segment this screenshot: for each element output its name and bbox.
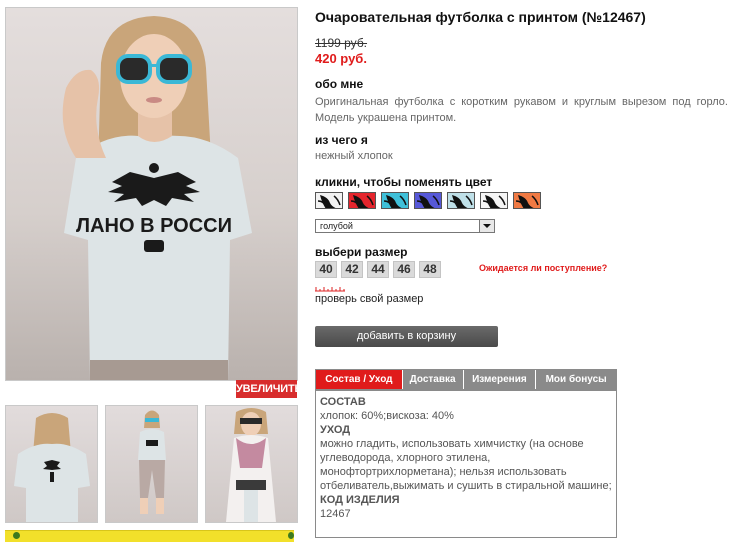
banner-dot-icon xyxy=(288,532,294,539)
color-select[interactable]: голубой xyxy=(315,219,495,233)
tshirt-print-text: ЛАНО В РОССИ xyxy=(76,215,232,237)
color-swatch[interactable] xyxy=(480,192,508,209)
size-option[interactable]: 48 xyxy=(419,261,441,278)
banner-dot-icon xyxy=(13,532,20,539)
info-tabs: Состав / Уход Доставка Измерения Мои бон… xyxy=(315,369,617,390)
current-price: 420 руб. xyxy=(315,51,367,66)
thumbnail-full-length[interactable] xyxy=(105,405,198,523)
color-swatch[interactable] xyxy=(414,192,442,209)
material-text: нежный хлопок xyxy=(315,150,393,162)
tab-composition-care[interactable]: Состав / Уход xyxy=(316,370,403,389)
chevron-down-icon[interactable] xyxy=(479,220,494,232)
promo-banner-strip[interactable] xyxy=(5,530,294,542)
color-swatch[interactable] xyxy=(513,192,541,209)
old-price: 1199 руб. xyxy=(315,36,368,50)
size-option[interactable]: 42 xyxy=(341,261,363,278)
size-heading: выбери размер xyxy=(315,245,408,259)
tab-measurements[interactable]: Измерения xyxy=(463,370,537,389)
about-heading: обо мне xyxy=(315,77,364,91)
color-heading: кликни, чтобы поменять цвет xyxy=(315,175,493,189)
check-size-link[interactable]: проверь свой размер xyxy=(315,293,423,305)
tab-panel-composition: СОСТАВ хлопок: 60%;вискоза: 40% УХОД мож… xyxy=(315,390,617,538)
size-option[interactable]: 46 xyxy=(393,261,415,278)
color-swatch[interactable] xyxy=(315,192,343,209)
thumbnail-with-jacket[interactable] xyxy=(205,405,298,523)
ruler-icon[interactable] xyxy=(315,286,345,292)
about-text: Оригинальная футболка с коротким рукавом… xyxy=(315,96,728,124)
care-text: можно гладить, использовать химчистку (н… xyxy=(320,438,612,492)
color-swatch[interactable] xyxy=(447,192,475,209)
zoom-button[interactable]: УВЕЛИЧИТЬ xyxy=(236,380,302,398)
product-code-heading: КОД ИЗДЕЛИЯ xyxy=(320,494,400,506)
size-option[interactable]: 44 xyxy=(367,261,389,278)
care-heading: УХОД xyxy=(320,424,351,436)
product-code-value: 12467 xyxy=(320,508,351,520)
thumbnail-back[interactable] xyxy=(5,405,98,523)
size-option[interactable]: 40 xyxy=(315,261,337,278)
color-swatches xyxy=(315,192,546,209)
color-swatch[interactable] xyxy=(348,192,376,209)
main-product-photo[interactable]: ЛАНО В РОССИ xyxy=(5,7,298,381)
tab-bonuses[interactable]: Мои бонусы xyxy=(536,370,617,389)
product-title: Очаровательная футболка с принтом (№1246… xyxy=(315,9,646,25)
restock-inquiry-link[interactable]: Ожидается ли поступление? xyxy=(479,263,607,273)
color-swatch[interactable] xyxy=(381,192,409,209)
color-select-value: голубой xyxy=(320,221,353,231)
material-heading: из чего я xyxy=(315,133,368,147)
add-to-cart-button[interactable]: добавить в корзину xyxy=(315,326,498,347)
size-options: 40 42 44 46 48 xyxy=(315,261,445,278)
tab-delivery[interactable]: Доставка xyxy=(402,370,464,389)
composition-text: хлопок: 60%;вискоза: 40% xyxy=(320,410,454,422)
composition-heading: СОСТАВ xyxy=(320,396,366,408)
